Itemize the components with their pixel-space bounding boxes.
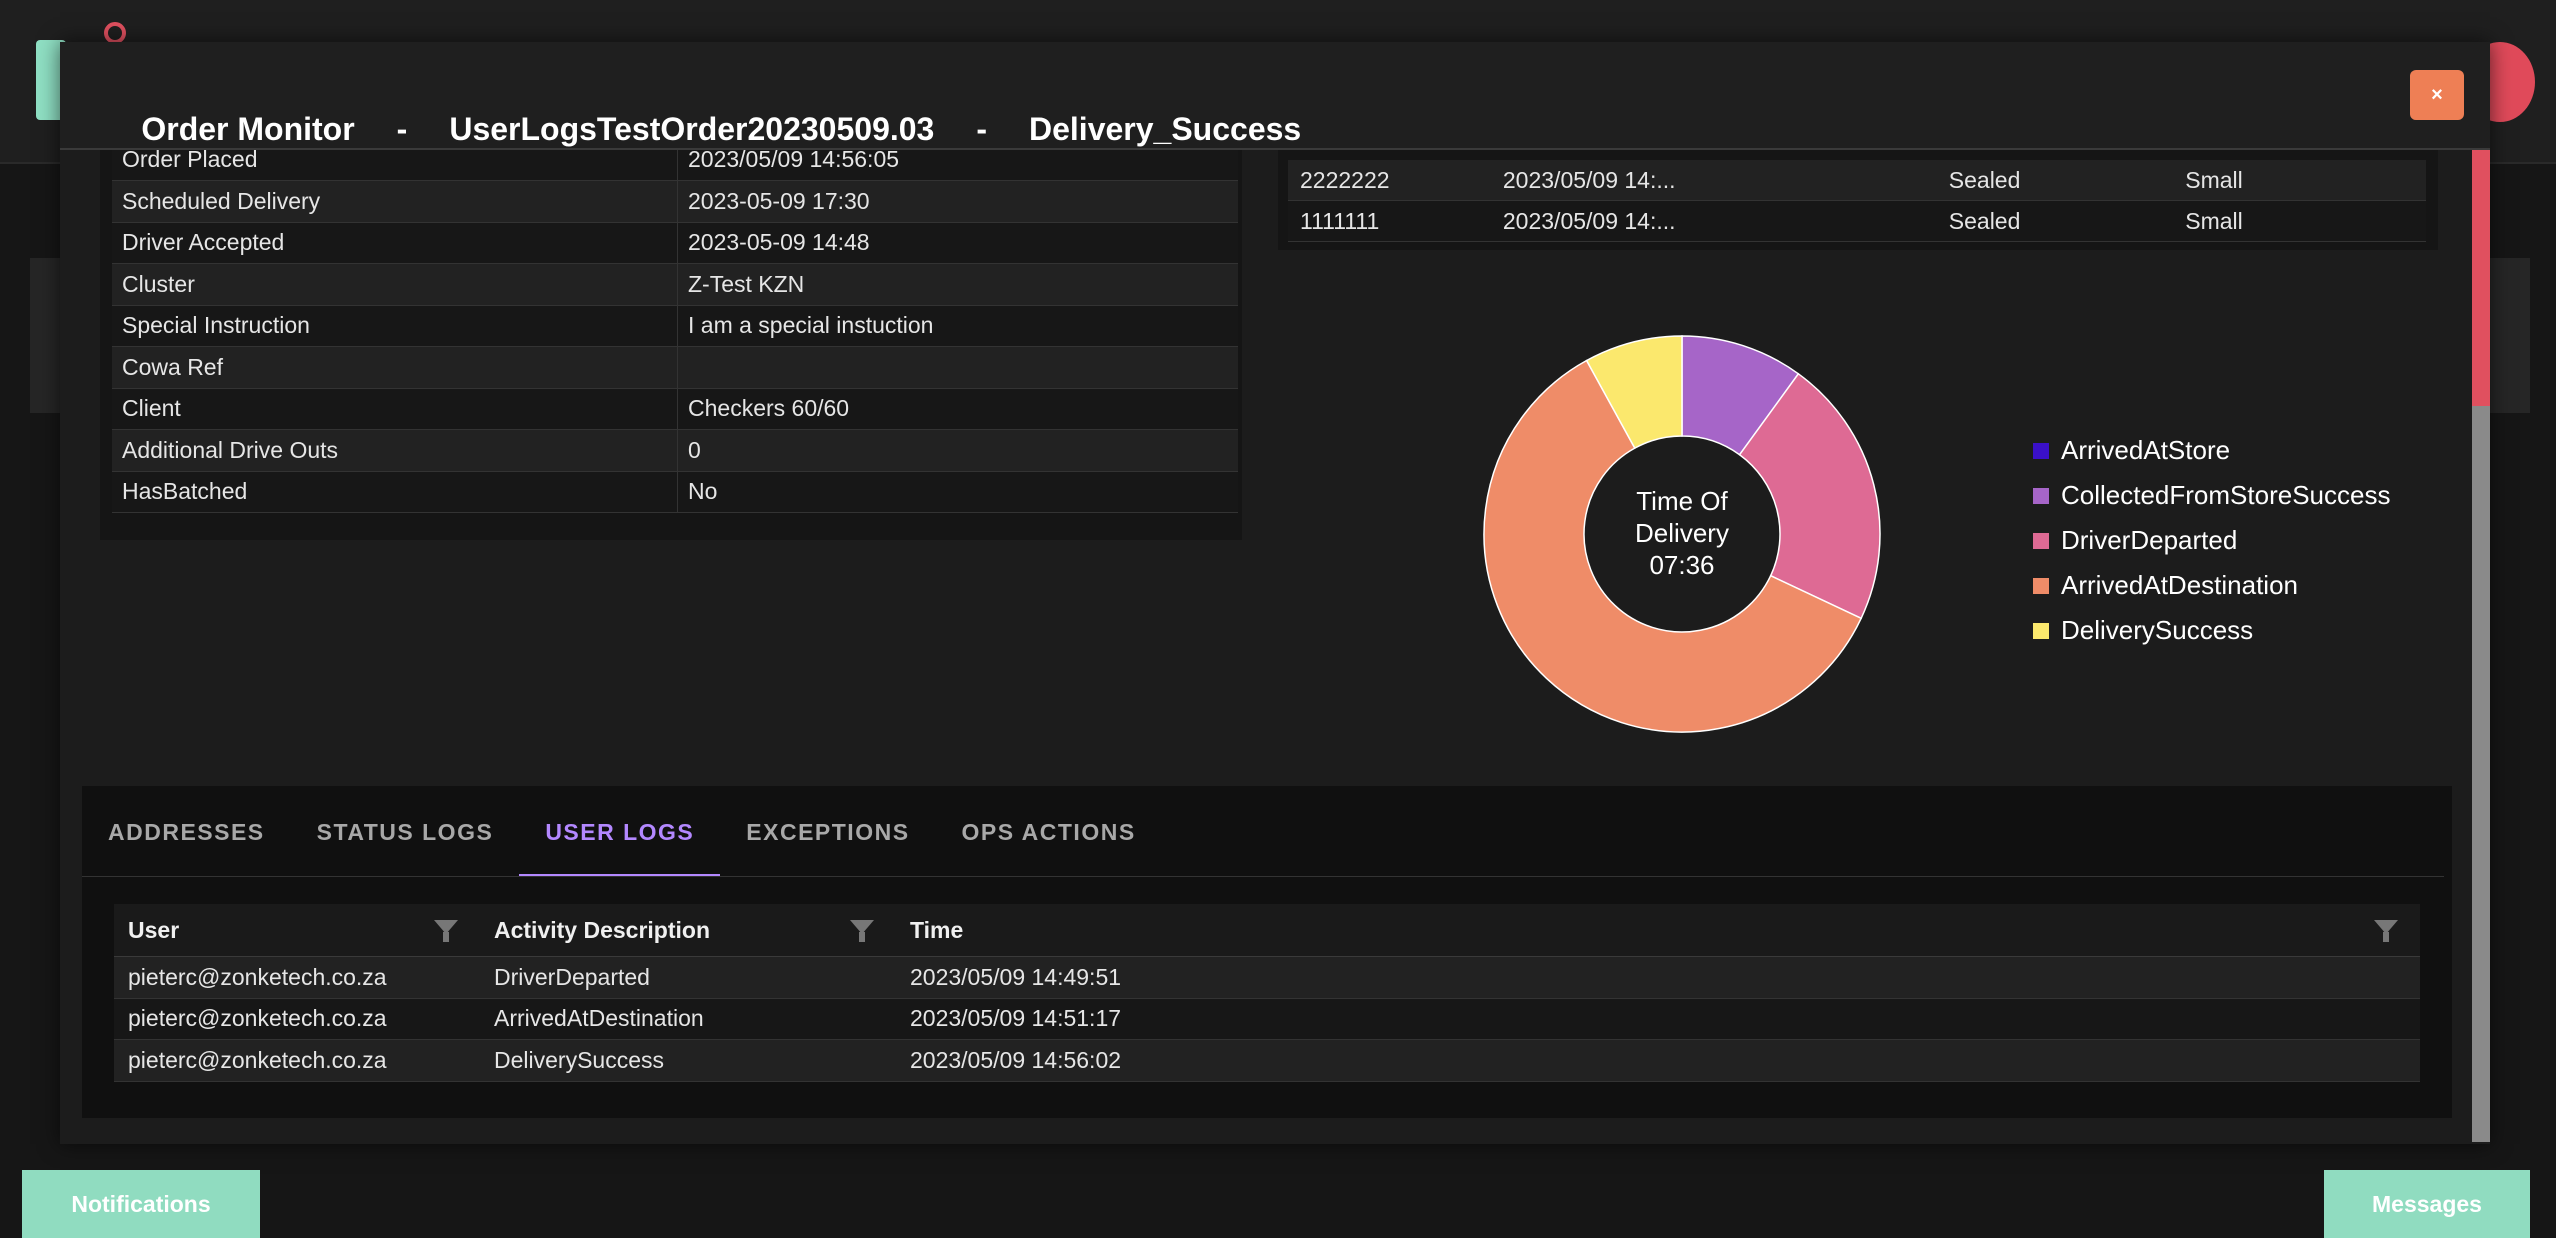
detail-key: Additional Drive Outs <box>112 429 678 472</box>
logs-card: ADDRESSES STATUS LOGS USER LOGS EXCEPTIONS O… <box>82 786 2452 1118</box>
notifications-button[interactable]: Notifications <box>22 1170 260 1238</box>
detail-value: 2023-05-09 14:48 <box>677 222 1238 264</box>
modal-header: Order Monitor - UserLogsTestOrder20230509.… <box>60 42 2490 150</box>
parcel-size: Small <box>2173 200 2426 242</box>
table-row[interactable]: pieterc@zonketech.co.za DriverDeparted 202… <box>114 956 2420 999</box>
legend-label: CollectedFromStoreSuccess <box>2061 480 2391 510</box>
detail-row: Cowa Ref <box>112 346 1238 389</box>
filter-icon[interactable] <box>2374 920 2398 942</box>
legend-label: ArrivedAtStore <box>2061 435 2231 465</box>
detail-value: No <box>677 471 1238 513</box>
legend-item[interactable]: ArrivedAtDestination <box>2033 563 2390 608</box>
table-row[interactable]: pieterc@zonketech.co.za ArrivedAtDestinat… <box>114 998 2420 1040</box>
legend-swatch <box>2033 622 2049 639</box>
tab-bar: ADDRESSES STATUS LOGS USER LOGS EXCEPTIONS O… <box>82 786 1162 877</box>
log-activity: DriverDeparted <box>480 956 896 999</box>
legend-item[interactable]: DriverDeparted <box>2033 518 2390 563</box>
detail-row: Driver Accepted 2023-05-09 14:48 <box>112 222 1238 264</box>
column-header-label: Time <box>910 916 964 943</box>
log-user: pieterc@zonketech.co.za <box>114 956 480 999</box>
column-header-time: Time <box>896 904 2420 957</box>
modal-title-separator: - <box>396 111 408 147</box>
detail-key: Driver Accepted <box>112 222 678 264</box>
detail-value: 0 <box>677 429 1238 472</box>
messages-button[interactable]: Messages <box>2324 1170 2530 1238</box>
log-time: 2023/05/09 14:56:02 <box>896 1039 2420 1082</box>
tab-divider <box>82 876 2444 877</box>
modal-title-order-id: UserLogsTestOrder20230509.03 <box>449 111 935 147</box>
modal-title-separator: - <box>976 111 987 147</box>
detail-key: HasBatched <box>112 471 678 513</box>
parcel-row[interactable]: 2222222 2023/05/09 14:... Sealed Small <box>1288 160 2426 201</box>
log-activity: DeliverySuccess <box>480 1039 896 1082</box>
detail-value: 2023-05-09 17:30 <box>677 180 1238 223</box>
detail-key: Scheduled Delivery <box>112 180 678 223</box>
legend-label: DeliverySuccess <box>2061 615 2254 645</box>
legend-item[interactable]: CollectedFromStoreSuccess <box>2033 473 2390 518</box>
modal-title: Order Monitor - UserLogsTestOrder20230509.… <box>88 74 1343 185</box>
location-pin-icon <box>104 22 126 44</box>
parcel-time: 2023/05/09 14:... <box>1490 160 1937 201</box>
legend-label: DriverDeparted <box>2061 525 2238 555</box>
table-row[interactable]: pieterc@zonketech.co.za DeliverySuccess 20… <box>114 1039 2420 1082</box>
detail-key: Client <box>112 388 678 430</box>
detail-row: Client Checkers 60/60 <box>112 388 1238 430</box>
tab-addresses[interactable]: ADDRESSES <box>82 786 291 874</box>
detail-row: Special Instruction I am a special instuc… <box>112 305 1238 347</box>
column-header-label: User <box>128 916 180 943</box>
tab-status-logs[interactable]: STATUS LOGS <box>291 786 520 874</box>
legend-label: ArrivedAtDestination <box>2061 570 2298 600</box>
detail-value <box>677 346 1238 389</box>
modal-title-label: Order Monitor <box>141 111 355 147</box>
detail-key: Special Instruction <box>112 305 678 347</box>
tab-exceptions[interactable]: EXCEPTIONS <box>720 786 935 874</box>
tab-user-logs[interactable]: USER LOGS <box>519 786 721 877</box>
chart-center-label-3: 07:36 <box>1649 550 1714 580</box>
legend-item[interactable]: ArrivedAtStore <box>2033 428 2390 473</box>
legend-swatch <box>2033 487 2049 504</box>
detail-row: HasBatched No <box>112 471 1238 513</box>
detail-row: Additional Drive Outs 0 <box>112 429 1238 472</box>
parcel-row[interactable]: 1111111 2023/05/09 14:... Sealed Small <box>1288 200 2426 242</box>
parcel-size: Small <box>2173 160 2426 201</box>
log-time: 2023/05/09 14:49:51 <box>896 956 2420 999</box>
chart-center-label-2: Delivery <box>1635 518 1729 548</box>
modal-title-status: Delivery_Success <box>1029 111 1302 147</box>
column-header-activity: Activity Description <box>480 904 896 957</box>
chart-legend: ArrivedAtStore CollectedFromStoreSuccess D… <box>2033 428 2390 653</box>
chart-center-label-1: Time Of <box>1636 486 1728 516</box>
legend-swatch <box>2033 442 2049 459</box>
filter-icon[interactable] <box>434 920 458 942</box>
filter-icon[interactable] <box>850 920 874 942</box>
user-logs-table: User Activity Description Time pieterc@z… <box>114 904 2420 1082</box>
parcel-time: 2023/05/09 14:... <box>1490 200 1937 242</box>
log-time: 2023/05/09 14:51:17 <box>896 998 2420 1040</box>
legend-item[interactable]: DeliverySuccess <box>2033 608 2390 653</box>
detail-value: Z-Test KZN <box>677 263 1238 306</box>
column-header-user: User <box>114 904 480 957</box>
tab-ops-actions[interactable]: OPS ACTIONS <box>936 786 1162 874</box>
parcels-table: 2222222 2023/05/09 14:... Sealed Small 11111… <box>1288 160 2426 242</box>
scrollbar-thumb[interactable] <box>2472 406 2490 1142</box>
parcel-status: Sealed <box>1936 200 2174 242</box>
log-user: pieterc@zonketech.co.za <box>114 1039 480 1082</box>
log-user: pieterc@zonketech.co.za <box>114 998 480 1040</box>
legend-swatch <box>2033 577 2049 594</box>
close-button[interactable]: × <box>2410 70 2464 120</box>
legend-swatch <box>2033 532 2049 549</box>
detail-row: Scheduled Delivery 2023-05-09 17:30 <box>112 180 1238 223</box>
detail-value: Checkers 60/60 <box>677 388 1238 430</box>
detail-key: Cluster <box>112 263 678 306</box>
parcel-status: Sealed <box>1936 160 2174 201</box>
detail-value: I am a special instuction <box>677 305 1238 347</box>
log-activity: ArrivedAtDestination <box>480 998 896 1040</box>
parcel-id: 1111111 <box>1288 200 1491 242</box>
detail-key: Cowa Ref <box>112 346 678 389</box>
scrollbar-track-top[interactable] <box>2472 148 2490 406</box>
column-header-label: Activity Description <box>494 916 710 943</box>
detail-row: Cluster Z-Test KZN <box>112 263 1238 306</box>
